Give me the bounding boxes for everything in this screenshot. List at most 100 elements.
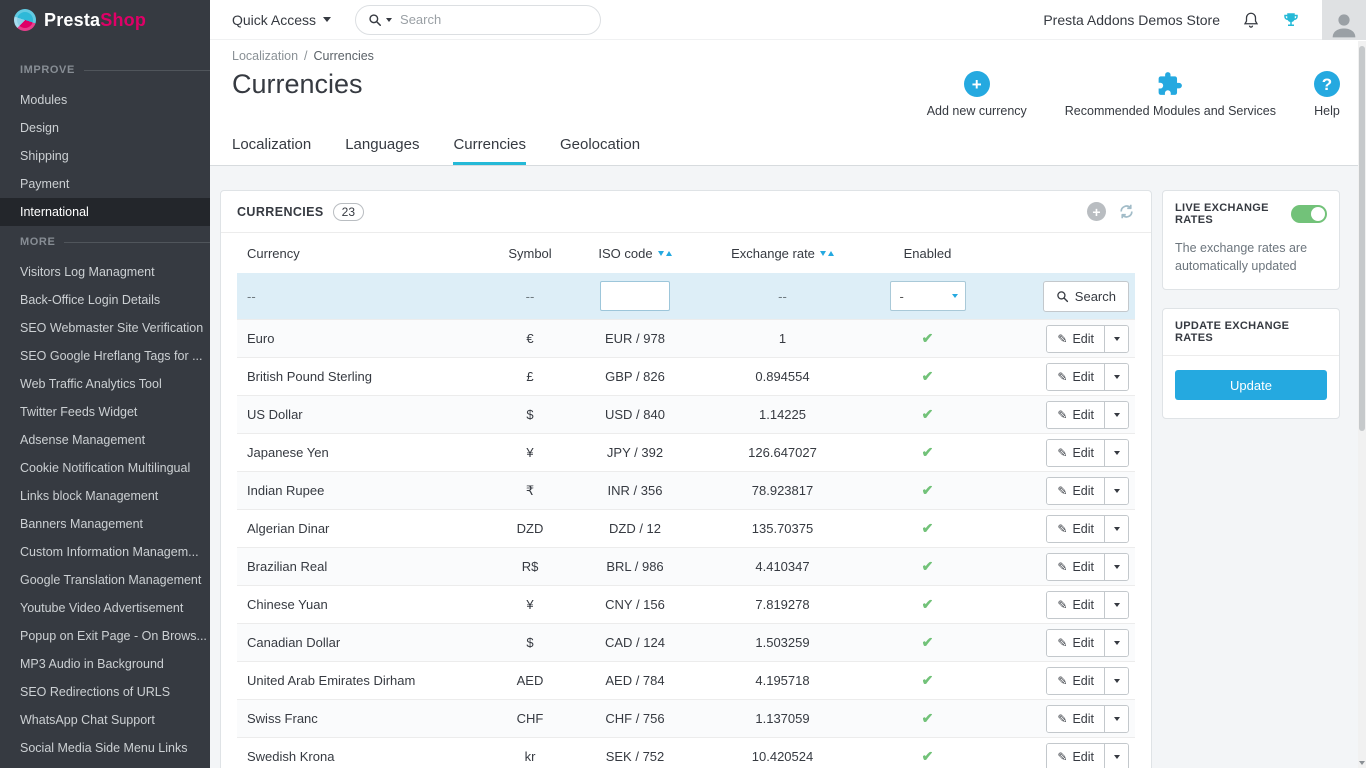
add-icon[interactable]: + [1087, 202, 1106, 221]
sidebar-item-adsense-management[interactable]: Adsense Management [0, 426, 210, 454]
sidebar-item-links-block-management[interactable]: Links block Management [0, 482, 210, 510]
prestashop-logo[interactable]: PrestaShop [0, 0, 210, 40]
sidebar-item-cookie-notification-multilingual[interactable]: Cookie Notification Multilingual [0, 454, 210, 482]
edit-dropdown-toggle[interactable] [1104, 477, 1128, 504]
sidebar-item-seo-google-hreflang-tags-for[interactable]: SEO Google Hreflang Tags for ... [0, 342, 210, 370]
store-name-link[interactable]: Presta Addons Demos Store [1043, 12, 1220, 28]
notifications-bell-icon[interactable] [1242, 11, 1260, 29]
edit-dropdown-toggle[interactable] [1104, 439, 1128, 466]
sidebar-item-custom-information-managem[interactable]: Custom Information Managem... [0, 538, 210, 566]
edit-dropdown-toggle[interactable] [1104, 401, 1128, 428]
enabled-check-icon[interactable]: ✔ [922, 558, 934, 574]
refresh-icon[interactable] [1118, 203, 1135, 220]
edit-dropdown-toggle[interactable] [1104, 629, 1128, 656]
edit-button[interactable]: ✎ Edit [1047, 477, 1104, 504]
content-body: CURRENCIES 23 + Currency Symbol ISO code [210, 166, 1366, 768]
edit-dropdown-toggle[interactable] [1104, 667, 1128, 694]
enabled-filter-select[interactable]: - [889, 281, 966, 311]
sidebar-item-banners-management[interactable]: Banners Management [0, 510, 210, 538]
chevron-down-icon [1113, 450, 1120, 455]
enabled-check-icon[interactable]: ✔ [922, 672, 934, 688]
sidebar-item-youtube-video-advertisement[interactable]: Youtube Video Advertisement [0, 594, 210, 622]
edit-dropdown-toggle[interactable] [1104, 553, 1128, 580]
sidebar-item-modules[interactable]: Modules [0, 86, 210, 114]
quick-access-menu[interactable]: Quick Access [232, 12, 332, 28]
edit-button[interactable]: ✎ Edit [1047, 439, 1104, 466]
tab-localization[interactable]: Localization [232, 136, 311, 165]
sidebar-item-design[interactable]: Design [0, 114, 210, 142]
sidebar-item-popup-on-exit-page-on-brows[interactable]: Popup on Exit Page - On Brows... [0, 622, 210, 650]
recommended-modules-button[interactable]: Recommended Modules and Services [1065, 71, 1276, 118]
sidebar-item-twitter-feeds-widget[interactable]: Twitter Feeds Widget [0, 398, 210, 426]
count-badge: 23 [332, 202, 365, 221]
edit-button[interactable]: ✎ Edit [1047, 705, 1104, 732]
scrollbar-thumb[interactable] [1359, 46, 1365, 431]
help-button[interactable]: ? Help [1314, 71, 1340, 118]
edit-button[interactable]: ✎ Edit [1047, 325, 1104, 352]
edit-dropdown-toggle[interactable] [1104, 743, 1128, 768]
currency-iso-code: JPY / 392 [606, 445, 664, 460]
edit-button[interactable]: ✎ Edit [1047, 629, 1104, 656]
sidebar-item-social-media-side-menu-links[interactable]: Social Media Side Menu Links [0, 734, 210, 762]
enabled-check-icon[interactable]: ✔ [922, 710, 934, 726]
topbar-main: Quick Access Presta Addons Demos Store [210, 0, 1366, 40]
sort-icons[interactable] [657, 250, 672, 256]
enabled-check-icon[interactable]: ✔ [922, 748, 934, 764]
enabled-check-icon[interactable]: ✔ [922, 406, 934, 422]
edit-button[interactable]: ✎ Edit [1047, 401, 1104, 428]
add-new-currency-button[interactable]: + Add new currency [927, 71, 1027, 118]
sidebar-item-seo-redirections-of-urls[interactable]: SEO Redirections of URLS [0, 678, 210, 706]
enabled-check-icon[interactable]: ✔ [922, 634, 934, 650]
update-button[interactable]: Update [1175, 370, 1327, 401]
sidebar-item-web-traffic-analytics-tool[interactable]: Web Traffic Analytics Tool [0, 370, 210, 398]
edit-button-group: ✎ Edit [1046, 438, 1129, 467]
filter-row: -- -- -- - Search [237, 273, 1135, 319]
search-button[interactable]: Search [1042, 280, 1129, 312]
edit-button[interactable]: ✎ Edit [1047, 743, 1104, 768]
edit-dropdown-toggle[interactable] [1104, 515, 1128, 542]
enabled-check-icon[interactable]: ✔ [922, 520, 934, 536]
tab-geolocation[interactable]: Geolocation [560, 136, 640, 165]
sidebar-item-payment[interactable]: Payment [0, 170, 210, 198]
enabled-check-icon[interactable]: ✔ [922, 330, 934, 346]
sidebar-item-visitors-log-managment[interactable]: Visitors Log Managment [0, 258, 210, 286]
trophy-icon[interactable] [1282, 11, 1300, 29]
enabled-check-icon[interactable]: ✔ [922, 596, 934, 612]
edit-dropdown-toggle[interactable] [1104, 325, 1128, 352]
help-icon: ? [1314, 71, 1340, 97]
sidebar-item-back-office-login-details[interactable]: Back-Office Login Details [0, 286, 210, 314]
tab-languages[interactable]: Languages [345, 136, 419, 165]
edit-dropdown-toggle[interactable] [1104, 363, 1128, 390]
scrollbar[interactable] [1358, 41, 1366, 768]
sidebar-item-international[interactable]: International [0, 198, 210, 226]
edit-button[interactable]: ✎ Edit [1047, 553, 1104, 580]
enabled-check-icon[interactable]: ✔ [922, 482, 934, 498]
column-header-enabled: Enabled [903, 245, 952, 261]
edit-button[interactable]: ✎ Edit [1047, 591, 1104, 618]
tab-bar: Localization Languages Currencies Geolocati… [210, 118, 1366, 166]
avatar[interactable] [1322, 0, 1366, 40]
sidebar-item-shipping[interactable]: Shipping [0, 142, 210, 170]
iso-code-filter-input[interactable] [600, 281, 670, 311]
edit-button[interactable]: ✎ Edit [1047, 667, 1104, 694]
live-rates-toggle[interactable] [1291, 205, 1327, 223]
edit-dropdown-toggle[interactable] [1104, 591, 1128, 618]
tab-currencies[interactable]: Currencies [453, 136, 526, 165]
currency-symbol: £ [526, 369, 534, 384]
currencies-table: Currency Symbol ISO code Exchange rate E… [221, 233, 1151, 768]
search-input[interactable] [400, 12, 589, 27]
sidebar-item-mp3-audio-in-background[interactable]: MP3 Audio in Background [0, 650, 210, 678]
enabled-check-icon[interactable]: ✔ [922, 444, 934, 460]
edit-dropdown-toggle[interactable] [1104, 705, 1128, 732]
edit-button[interactable]: ✎ Edit [1047, 515, 1104, 542]
sort-icons[interactable] [819, 250, 834, 256]
currency-exchange-rate: 4.195718 [755, 673, 810, 688]
sidebar-item-google-translation-management[interactable]: Google Translation Management [0, 566, 210, 594]
edit-button[interactable]: ✎ Edit [1047, 363, 1104, 390]
scrollbar-down-arrow[interactable] [1358, 761, 1366, 765]
search-scope-dropdown[interactable] [368, 13, 393, 27]
enabled-check-icon[interactable]: ✔ [922, 368, 934, 384]
sidebar-item-seo-webmaster-site-verification[interactable]: SEO Webmaster Site Verification [0, 314, 210, 342]
sidebar-item-whatsapp-chat-support[interactable]: WhatsApp Chat Support [0, 706, 210, 734]
breadcrumb-localization[interactable]: Localization [232, 49, 298, 63]
